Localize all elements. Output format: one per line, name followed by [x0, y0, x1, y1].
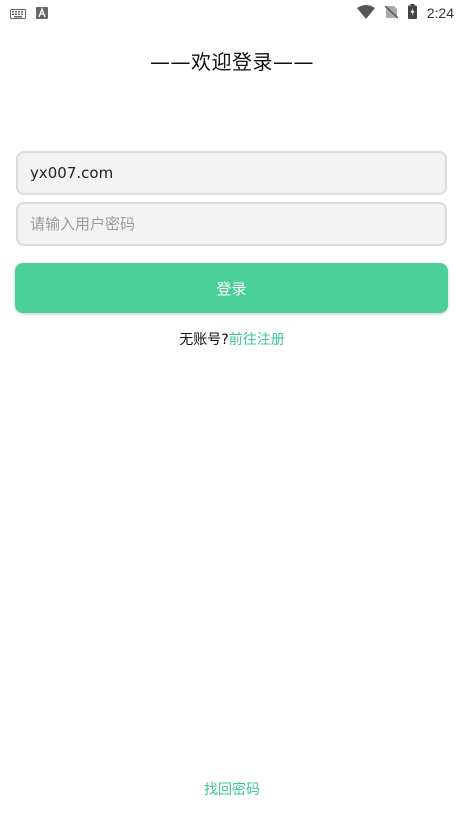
no-sim-icon — [384, 4, 399, 23]
status-bar: 2:24 — [0, 0, 464, 26]
font-a-icon — [36, 4, 48, 23]
forgot-password-link[interactable]: 找回密码 — [204, 782, 260, 798]
register-prompt: 无账号?前往注册 — [0, 329, 464, 349]
battery-charging-icon — [407, 3, 417, 23]
account-input[interactable] — [16, 151, 447, 195]
page-title: ——欢迎登录—— — [150, 50, 314, 74]
password-input[interactable] — [16, 202, 447, 246]
status-bar-left — [10, 4, 48, 23]
status-bar-right: 2:24 — [356, 3, 454, 23]
register-link[interactable]: 前往注册 — [229, 332, 285, 348]
login-button[interactable]: 登录 — [15, 263, 448, 313]
clock-time: 2:24 — [426, 5, 454, 21]
footer: 找回密码 — [0, 779, 464, 799]
keyboard-icon — [10, 4, 26, 23]
wifi-icon — [356, 4, 375, 23]
no-account-text: 无账号? — [179, 332, 229, 348]
